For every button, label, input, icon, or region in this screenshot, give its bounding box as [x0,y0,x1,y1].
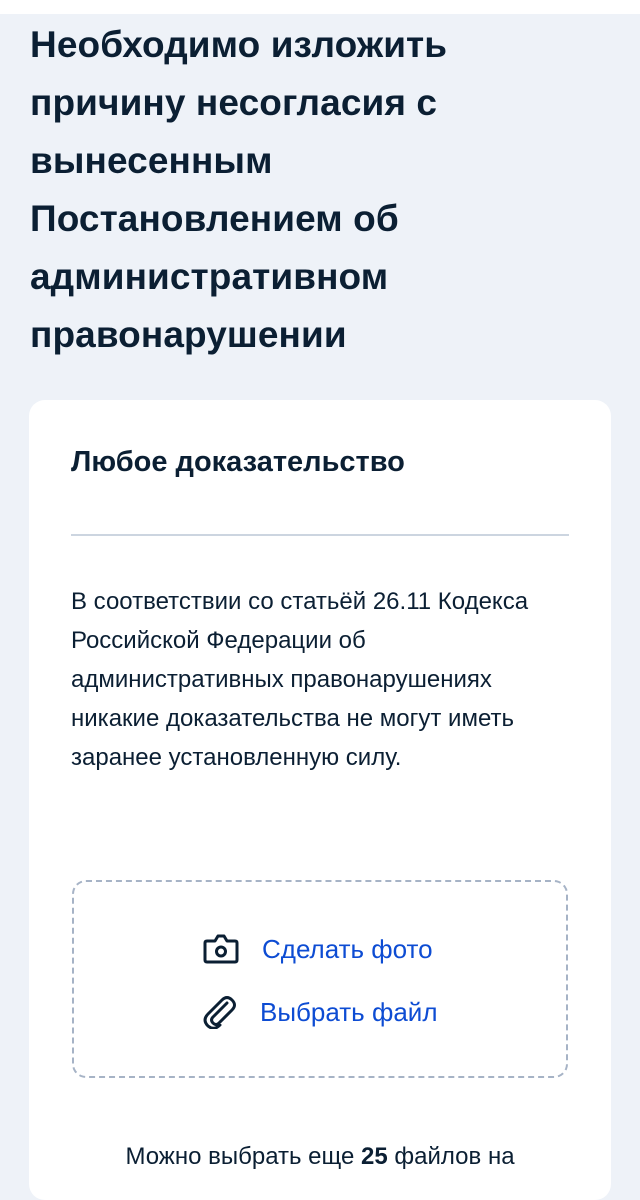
upload-dropzone[interactable]: Сделать фото Выбрать файл [72,880,568,1078]
file-limit-prefix: Можно выбрать еще [125,1143,362,1170]
top-strip [0,0,640,14]
take-photo-label: Сделать фото [262,934,433,964]
paperclip-icon [200,995,238,1029]
evidence-card: Любое доказательство В соответствии со с… [29,400,611,1200]
camera-icon [202,932,240,966]
choose-file-label: Выбрать файл [260,997,438,1027]
divider [71,534,569,536]
file-limit-note: Можно выбрать еще 25 файлов на [29,1138,611,1176]
choose-file-button[interactable]: Выбрать файл [200,995,438,1029]
card-description: В соответствии со статьёй 26.11 Кодекса … [71,588,529,771]
card-title: Любое доказательство [71,446,405,478]
file-limit-count: 25 [361,1143,388,1170]
file-limit-suffix: файлов на [387,1143,515,1170]
page-title: Необходимо изложить причину несогласия с… [30,24,448,355]
take-photo-button[interactable]: Сделать фото [202,932,433,966]
